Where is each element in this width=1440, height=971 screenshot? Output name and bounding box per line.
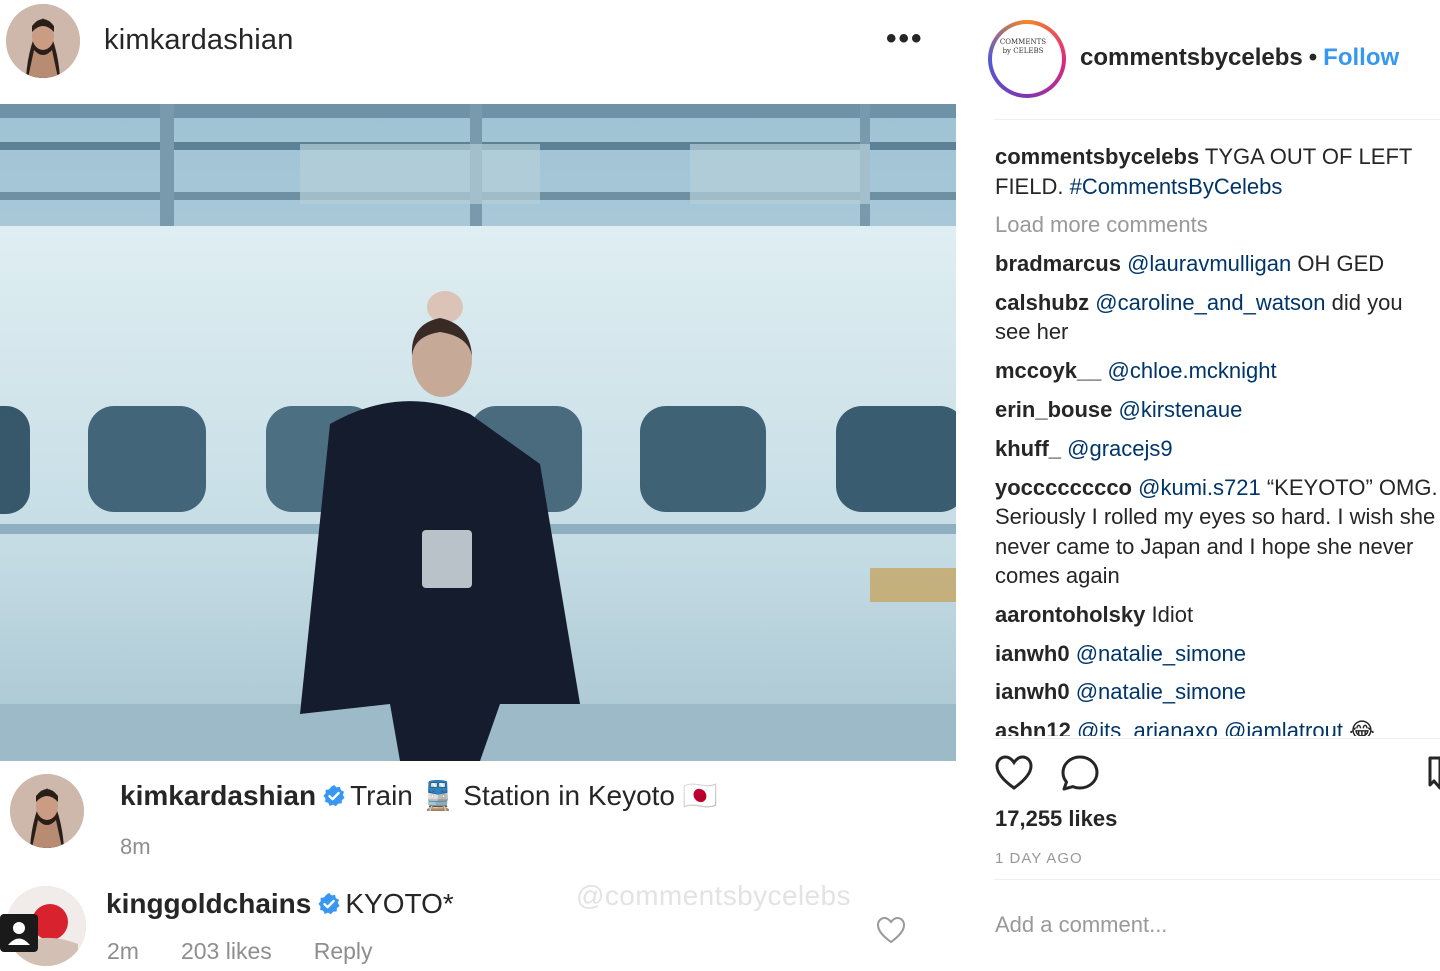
train-emoji: 🚆 [420,780,456,811]
comment-row: bradmarcus @lauravmulligan OH GED [995,249,1440,279]
comment-username[interactable]: khuff_ [995,436,1061,461]
caption-username[interactable]: kimkardashian [120,780,316,811]
divider [994,879,1440,880]
comment-row: ianwh0 @natalie_simone [995,677,1440,707]
comment-text: 😂 [1342,718,1375,736]
comment-mention[interactable]: @kirstenaue [1119,397,1243,422]
comment-row: yocccccccco @kumi.s721 “KEYOTO” OMG. Ser… [995,473,1440,591]
comment-mention[interactable]: @natalie_simone [1076,679,1246,704]
post-author-username[interactable]: kimkardashian [104,24,294,57]
comment-bubble-icon[interactable] [1060,754,1100,792]
account-header: commentsbycelebs • Follow [1080,44,1399,72]
comment-row: ianwh0 @natalie_simone [995,639,1440,669]
hashtag-link[interactable]: #CommentsByCelebs [1070,174,1283,199]
caption-text-rest: Station in Keyoto [455,780,683,811]
comment-username[interactable]: calshubz [995,290,1089,315]
reply-likes[interactable]: 203 likes [181,938,272,964]
japan-flag-emoji: 🇯🇵 [682,780,718,811]
caption-text: Train [350,780,421,811]
comment-row: khuff_ @gracejs9 [995,434,1440,464]
comment-mention[interactable]: @lauravmulligan [1127,251,1291,276]
comment-mention[interactable]: @its_arianaxo @iamlatrout [1077,718,1343,736]
reply-button[interactable]: Reply [314,938,373,964]
account-avatar-logo: COMMENTS by CELEBS [999,38,1047,55]
account-avatar[interactable]: COMMENTS by CELEBS [988,20,1066,98]
divider [994,119,1440,120]
comment-username[interactable]: ashn12 [995,718,1071,736]
comment-username[interactable]: bradmarcus [995,251,1121,276]
caption-timestamp: 8m [120,834,151,859]
comment-username[interactable]: mccoyk__ [995,358,1101,383]
comment-username[interactable]: ianwh0 [995,641,1070,666]
comment-row: mccoyk__ @chloe.mcknight [995,356,1440,386]
comment-text: Idiot [1145,601,1194,627]
post-caption-comment: commentsbycelebs TYGA OUT OF LEFT FIELD.… [995,142,1440,201]
comment-mention[interactable]: @caroline_and_watson [1095,290,1325,315]
post-author-avatar[interactable] [6,4,80,78]
comment-row: calshubz @caroline_and_watson did you se… [995,288,1440,347]
divider [994,738,1440,739]
comment-username[interactable]: aarontoholsky [995,602,1145,627]
comment-text: OH GED [1291,251,1385,277]
load-more-comments-button[interactable]: Load more comments [995,210,1440,240]
reply-username[interactable]: kinggoldchains [106,888,311,919]
comment-row: ashn12 @its_arianaxo @iamlatrout 😂 [995,716,1440,736]
account-avatar-inner [992,24,1062,94]
like-heart-icon[interactable] [994,754,1034,792]
post-photo [0,104,956,761]
tagged-user-icon[interactable] [0,914,38,952]
likes-count[interactable]: 17,255 likes [995,806,1117,832]
post-caption: kimkardashian Train 🚆 Station in Keyoto 🇯… [120,779,718,812]
follow-button[interactable]: Follow [1323,44,1399,71]
post-age: 1 DAY AGO [995,850,1083,867]
comment-mention[interactable]: @gracejs9 [1067,436,1173,461]
reply-meta: 2m 203 likes Reply [107,938,415,965]
verified-badge-icon [318,893,340,915]
comment-username[interactable]: erin_bouse [995,397,1112,422]
comment-mention[interactable]: @chloe.mcknight [1108,358,1277,383]
save-bookmark-icon[interactable] [1424,754,1440,792]
add-comment-input[interactable]: Add a comment... [995,912,1167,938]
comment-mention[interactable]: @natalie_simone [1076,641,1246,666]
like-comment-heart-icon[interactable] [876,916,906,944]
watermark: @commentsbycelebs [576,880,851,911]
separator-dot: • [1308,44,1318,71]
comment-mention[interactable]: @kumi.s721 [1138,475,1261,500]
reply-text: KYOTO* [345,888,454,919]
comment-username[interactable]: ianwh0 [995,679,1070,704]
comment-row: erin_bouse @kirstenaue [995,395,1440,425]
caption-author-avatar[interactable] [10,774,84,848]
comment-username[interactable]: commentsbycelebs [995,144,1199,169]
account-username[interactable]: commentsbycelebs [1080,44,1303,71]
comment-row: aarontoholsky Idiot [995,600,1440,630]
verified-badge-icon [323,785,345,807]
comment-rows: bradmarcus @lauravmulligan OH GED calshub… [995,249,1440,736]
reply-comment: kinggoldchains KYOTO* [106,888,454,920]
comment-username[interactable]: yocccccccco [995,475,1132,500]
more-options-icon[interactable]: ••• [886,22,924,56]
comments-list[interactable]: commentsbycelebs TYGA OUT OF LEFT FIELD.… [995,142,1440,736]
reply-time: 2m [107,938,139,964]
